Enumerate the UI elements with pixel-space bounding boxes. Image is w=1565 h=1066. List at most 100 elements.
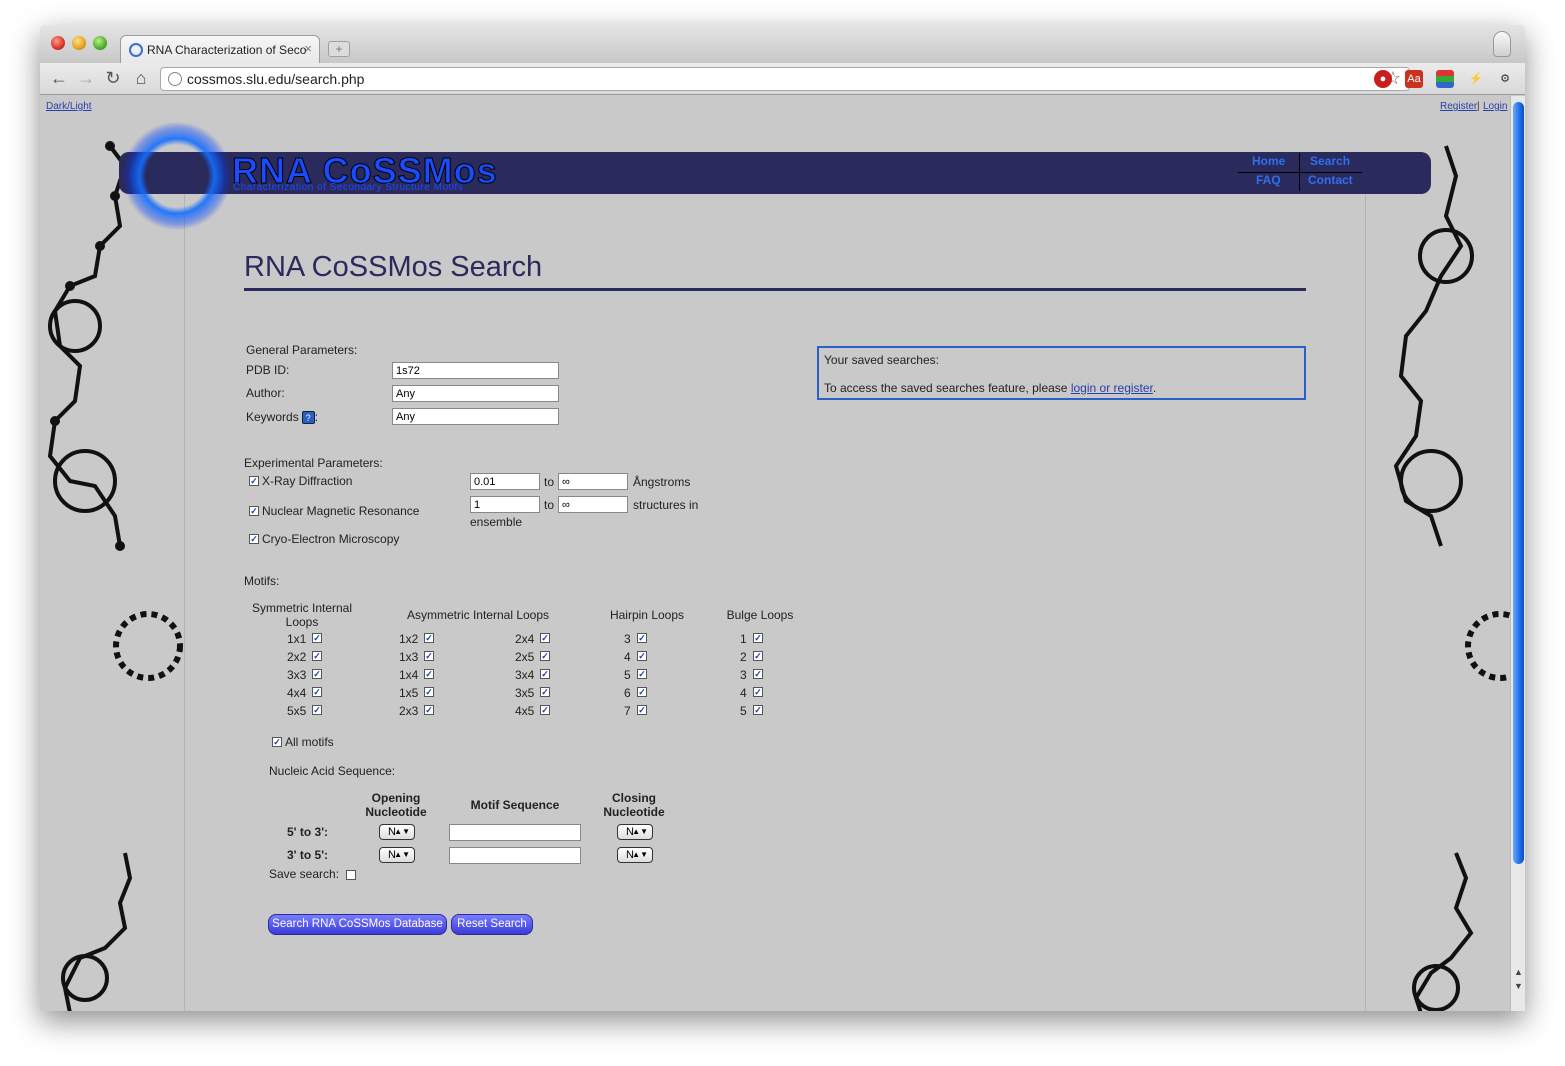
motif-hairpin-checkbox[interactable]: ✓ [637,669,647,679]
motif-asym-checkbox[interactable]: ✓ [424,669,434,679]
nmr-min-input[interactable] [470,496,540,513]
globe-icon [168,72,182,86]
help-icon[interactable]: ? [301,411,315,424]
motif-sym-label: 4x4 [287,686,307,700]
motif-sym-checkbox[interactable]: ✓ [312,669,322,679]
new-tab-button[interactable]: + [328,41,350,57]
hairpin-header: Hairpin Loops [609,608,685,622]
motif-sequence-3to5-input[interactable] [449,847,581,864]
nav-contact[interactable]: Contact [1308,173,1353,187]
motif-bulge-checkbox[interactable]: ✓ [753,669,763,679]
opening-header-line2: Nucleotide [365,805,427,819]
title-bar: RNA Characterization of Seco × + [40,25,1525,63]
save-search-checkbox[interactable] [346,870,356,880]
experimental-params-heading: Experimental Parameters: [244,456,383,470]
motif-hairpin-label: 7 [624,704,631,718]
minimize-window-button[interactable] [72,36,86,50]
zoom-window-button[interactable] [93,36,107,50]
nav-home[interactable]: Home [1252,154,1285,168]
pdb-id-input[interactable] [392,362,559,379]
register-link[interactable]: Register [1440,101,1477,112]
login-link[interactable]: Login [1483,101,1507,112]
motif-sym-label: 3x3 [287,668,307,682]
cryo-em-label: Cryo-Electron Microscopy [262,532,400,546]
lightning-extension-icon[interactable]: ⚡ [1467,70,1485,88]
motif-sym-label: 2x2 [287,650,307,664]
nmr-max-input[interactable] [558,496,628,513]
close-window-button[interactable] [51,36,65,50]
motif-bulge-checkbox[interactable]: ✓ [753,633,763,643]
colorpicker-extension-icon[interactable] [1436,70,1454,88]
motif-hairpin-checkbox[interactable]: ✓ [637,651,647,661]
saved-searches-text: To access the saved searches feature, pl… [824,381,1156,395]
xray-max-input[interactable] [558,473,628,490]
select-arrows-icon: ▲▼ [394,850,410,859]
vertical-scrollbar[interactable]: ▲ ▼ [1510,96,1525,1011]
cryo-em-checkbox[interactable]: ✓ [249,534,259,544]
motif-sym-checkbox[interactable]: ✓ [312,687,322,697]
motif-hairpin-checkbox[interactable]: ✓ [637,687,647,697]
motif-asym-checkbox[interactable]: ✓ [424,687,434,697]
tab-close-icon[interactable]: × [304,41,312,56]
profile-icon[interactable] [1493,31,1511,57]
motif-hairpin-label: 3 [624,632,631,646]
closing-nucleotide-5to3-select[interactable]: N ▲▼ [617,824,653,840]
motif-bulge-checkbox[interactable]: ✓ [753,651,763,661]
motif-sym-checkbox[interactable]: ✓ [312,705,322,715]
five-to-three-label: 5' to 3': [287,825,329,839]
nav-search[interactable]: Search [1310,154,1350,168]
reset-search-button[interactable]: Reset Search [451,914,533,935]
keywords-input[interactable] [392,408,559,425]
keywords-colon: : [314,410,319,424]
scroll-down-arrow-icon[interactable]: ▼ [1511,980,1525,992]
title-rule [244,288,1306,291]
motif-bulge-checkbox[interactable]: ✓ [753,687,763,697]
xray-checkbox[interactable]: ✓ [249,476,259,486]
motif-asym-checkbox[interactable]: ✓ [424,705,434,715]
motif-asym-checkbox[interactable]: ✓ [424,651,434,661]
motif-asym-label: 1x3 [399,650,419,664]
motif-asym-checkbox[interactable]: ✓ [540,705,550,715]
browser-tab[interactable]: RNA Characterization of Seco × [120,35,320,63]
motif-asym-checkbox[interactable]: ✓ [540,651,550,661]
rna-structure-left-top-icon [47,141,130,551]
forward-arrow-icon[interactable]: → [75,67,97,89]
closing-nucleotide-header: Closing Nucleotide [594,791,674,819]
back-arrow-icon[interactable]: ← [48,67,70,89]
adblock-extension-icon[interactable]: ● [1374,70,1392,88]
motif-sym-checkbox[interactable]: ✓ [312,633,322,643]
sequence-heading: Nucleic Acid Sequence: [269,764,396,778]
motif-hairpin-checkbox[interactable]: ✓ [637,705,647,715]
motif-asym-checkbox[interactable]: ✓ [540,633,550,643]
motif-hairpin-checkbox[interactable]: ✓ [637,633,647,643]
wrench-menu-icon[interactable]: ⚙ [1496,70,1514,88]
nmr-checkbox[interactable]: ✓ [249,506,259,516]
motif-asym-label: 4x5 [515,704,535,718]
motif-asym-checkbox[interactable]: ✓ [540,687,550,697]
all-motifs-checkbox[interactable]: ✓ [272,737,282,747]
scroll-up-arrow-icon[interactable]: ▲ [1511,966,1525,978]
scrollbar-thumb[interactable] [1513,102,1524,864]
motif-sym-checkbox[interactable]: ✓ [312,651,322,661]
rna-ring-right-icon [1465,611,1510,681]
motif-bulge-checkbox[interactable]: ✓ [753,705,763,715]
xray-label: X-Ray Diffraction [262,474,353,488]
address-bar[interactable]: cossmos.slu.edu/search.php ☆ [160,67,1410,91]
author-input[interactable] [392,385,559,402]
nav-faq[interactable]: FAQ [1256,173,1281,187]
dark-light-toggle-link[interactable]: Dark/Light [46,101,92,112]
dictionary-extension-icon[interactable]: Aa [1405,70,1423,88]
motif-hairpin-label: 5 [624,668,631,682]
closing-nucleotide-3to5-select[interactable]: N ▲▼ [617,847,653,863]
login-or-register-link[interactable]: login or register [1071,381,1153,395]
motif-asym-checkbox[interactable]: ✓ [424,633,434,643]
search-database-button[interactable]: Search RNA CoSSMos Database [268,914,447,935]
nmr-unit-label-2: ensemble [470,515,523,529]
motif-sequence-5to3-input[interactable] [449,824,581,841]
home-icon[interactable]: ⌂ [130,67,152,89]
xray-min-input[interactable] [470,473,540,490]
opening-nucleotide-3to5-select[interactable]: N ▲▼ [379,847,415,863]
motif-asym-checkbox[interactable]: ✓ [540,669,550,679]
opening-nucleotide-5to3-select[interactable]: N ▲▼ [379,824,415,840]
reload-icon[interactable]: ↻ [102,67,124,89]
